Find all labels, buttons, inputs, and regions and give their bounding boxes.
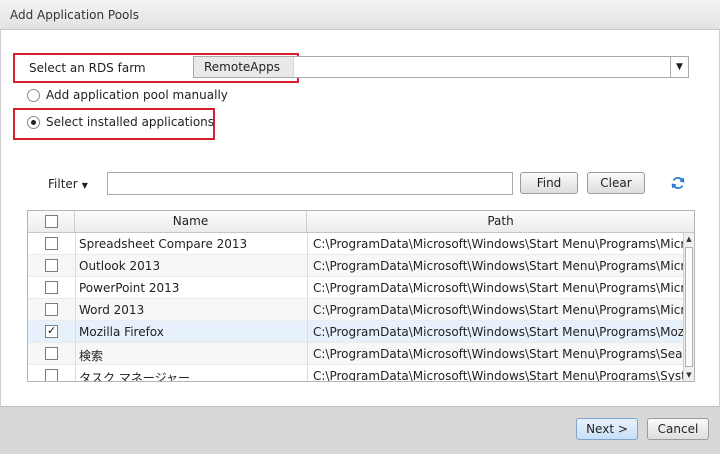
chevron-down-icon[interactable]: ▼	[670, 57, 688, 77]
window-title: Add Application Pools	[10, 8, 139, 22]
radio-label: Add application pool manually	[46, 88, 228, 102]
app-path: C:\ProgramData\Microsoft\Windows\Start M…	[313, 347, 683, 361]
applications-table: Name Path Spreadsheet Compare 2013 C:\Pr…	[27, 210, 695, 382]
select-all-checkbox[interactable]	[45, 215, 58, 228]
row-checkbox[interactable]	[45, 281, 58, 294]
find-button[interactable]: Find	[520, 172, 578, 194]
app-name: Spreadsheet Compare 2013	[79, 237, 248, 251]
row-checkbox[interactable]	[45, 324, 58, 338]
path-column-header[interactable]: Path	[307, 211, 694, 232]
clear-button[interactable]: Clear	[587, 172, 645, 194]
app-name: Outlook 2013	[79, 259, 161, 273]
farm-label: Select an RDS farm	[29, 61, 146, 75]
row-checkbox[interactable]	[45, 303, 58, 316]
cancel-button[interactable]: Cancel	[647, 418, 709, 440]
header-checkbox-cell	[28, 211, 75, 232]
row-checkbox[interactable]	[45, 347, 58, 360]
app-path: C:\ProgramData\Microsoft\Windows\Start M…	[313, 325, 683, 339]
row-checkbox[interactable]	[45, 237, 58, 250]
table-row[interactable]: 検索 C:\ProgramData\Microsoft\Windows\Star…	[28, 343, 684, 365]
app-name: Mozilla Firefox	[79, 325, 164, 339]
table-row[interactable]: PowerPoint 2013 C:\ProgramData\Microsoft…	[28, 277, 684, 299]
dialog-footer: Next > Cancel	[0, 406, 720, 454]
row-checkbox[interactable]	[45, 259, 58, 272]
table-row[interactable]: Outlook 2013 C:\ProgramData\Microsoft\Wi…	[28, 255, 684, 277]
radio-button[interactable]	[27, 89, 40, 102]
refresh-icon[interactable]	[671, 176, 685, 190]
dialog-body: Select an RDS farm RemoteApps ▼ Add appl…	[0, 30, 720, 406]
app-name: Word 2013	[79, 303, 145, 317]
app-name: タスク マネージャー	[79, 371, 190, 382]
app-path: C:\ProgramData\Microsoft\Windows\Start M…	[313, 303, 683, 317]
row-checkbox[interactable]	[45, 369, 58, 381]
table-row[interactable]: Word 2013 C:\ProgramData\Microsoft\Windo…	[28, 299, 684, 321]
app-name: PowerPoint 2013	[79, 281, 180, 295]
farm-select[interactable]: RemoteApps ▼	[193, 56, 689, 78]
scroll-down-icon[interactable]: ▼	[684, 369, 694, 381]
name-column-header[interactable]: Name	[75, 211, 307, 232]
radio-label: Select installed applications	[46, 115, 215, 129]
filter-label: Filter	[48, 177, 78, 191]
app-path: C:\ProgramData\Microsoft\Windows\Start M…	[313, 259, 683, 273]
table-row[interactable]: Mozilla Firefox C:\ProgramData\Microsoft…	[28, 321, 684, 343]
table-row[interactable]: Spreadsheet Compare 2013 C:\ProgramData\…	[28, 233, 684, 255]
scrollbar-thumb[interactable]	[685, 247, 693, 367]
app-path: C:\ProgramData\Microsoft\Windows\Start M…	[313, 281, 683, 295]
filter-menu[interactable]: Filter ▼	[48, 177, 88, 191]
app-path: C:\ProgramData\Microsoft\Windows\Start M…	[313, 237, 683, 251]
app-name: 検索	[79, 349, 104, 363]
table-header: Name Path	[28, 211, 694, 233]
radio-button[interactable]	[27, 116, 40, 129]
table-scrollbar[interactable]: ▲ ▼	[683, 233, 694, 381]
scroll-up-icon[interactable]: ▲	[684, 233, 694, 245]
farm-select-value: RemoteApps	[194, 57, 294, 77]
next-button[interactable]: Next >	[576, 418, 638, 440]
caret-down-icon: ▼	[81, 181, 88, 190]
filter-input[interactable]	[107, 172, 513, 195]
app-path: C:\ProgramData\Microsoft\Windows\Start M…	[313, 369, 683, 382]
table-row[interactable]: タスク マネージャー C:\ProgramData\Microsoft\Wind…	[28, 365, 684, 382]
title-bar: Add Application Pools	[0, 0, 720, 30]
